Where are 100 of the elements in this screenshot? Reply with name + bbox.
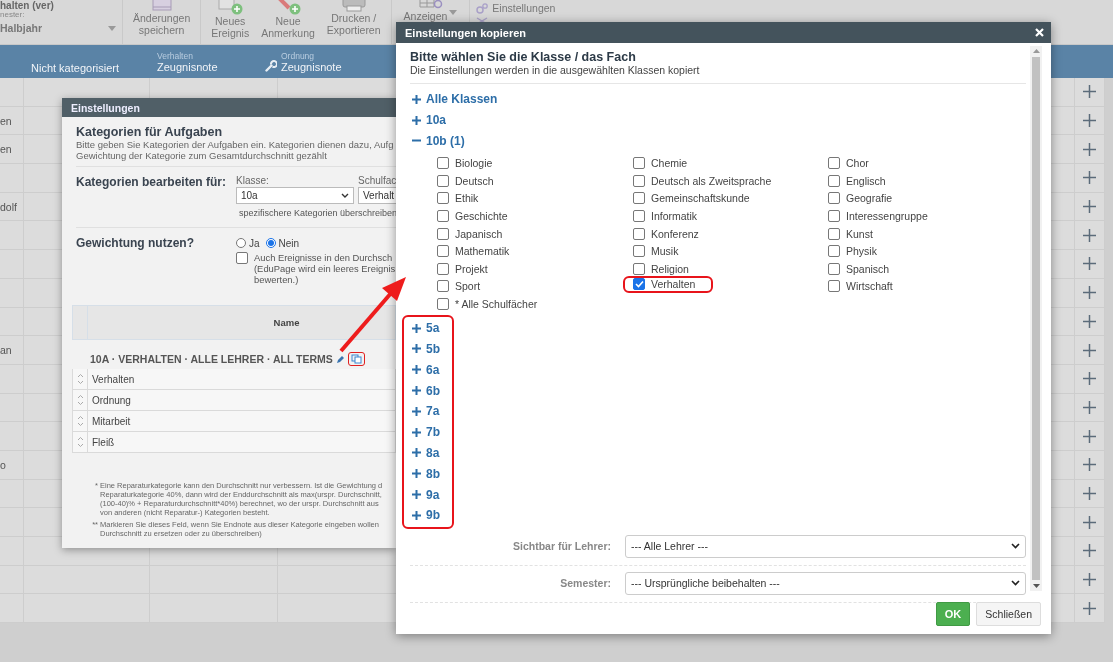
tree-item[interactable]: 6a (410, 359, 446, 381)
checkbox[interactable] (633, 192, 645, 205)
add-icon[interactable] (1083, 458, 1096, 472)
add-icon[interactable] (1083, 400, 1096, 414)
tree-item[interactable]: 5a (410, 317, 446, 339)
checkbox[interactable] (828, 157, 840, 170)
checkbox[interactable] (828, 174, 840, 187)
checkbox-label[interactable]: Gemeinschaftskunde (651, 192, 750, 205)
checkbox[interactable] (828, 262, 840, 275)
tree-item[interactable]: 8b (410, 463, 446, 485)
checkbox-label[interactable]: Informatik (651, 209, 698, 222)
close-button[interactable]: Schließen (976, 602, 1041, 626)
checkbox[interactable] (828, 227, 840, 240)
checkbox[interactable] (633, 227, 645, 240)
add-icon[interactable] (1083, 314, 1096, 328)
checkbox-label[interactable]: Verhalten (651, 278, 696, 291)
checkbox[interactable] (437, 297, 449, 310)
checkbox-label[interactable]: Biologie (455, 157, 493, 170)
add-icon[interactable] (1083, 601, 1096, 615)
tree-item[interactable]: 10a (410, 109, 453, 131)
checkbox-label[interactable]: Kunst (846, 227, 873, 240)
radio-option[interactable]: Nein (265, 237, 300, 249)
checkbox-label[interactable]: Konferenz (651, 227, 699, 240)
add-icon[interactable] (1083, 200, 1096, 214)
checkbox-label[interactable]: Ethik (455, 192, 479, 205)
checkbox-label[interactable]: Deutsch (455, 174, 494, 187)
checkbox-label[interactable]: Chor (846, 157, 869, 170)
checkbox-label[interactable]: Spanisch (846, 262, 890, 275)
checkbox-label[interactable]: Musik (651, 245, 679, 258)
checkbox-label[interactable]: Geschichte (455, 209, 508, 222)
checkbox[interactable] (828, 209, 840, 222)
tree-item[interactable]: 6b (410, 380, 446, 401)
add-icon[interactable] (1083, 142, 1096, 156)
checkbox[interactable] (437, 157, 449, 170)
add-icon[interactable] (1083, 114, 1096, 128)
add-icon[interactable] (1083, 544, 1096, 558)
scrollbar[interactable] (1030, 46, 1042, 591)
add-icon[interactable] (1083, 286, 1096, 300)
semester-select[interactable]: --- Ursprüngliche beibehalten --- (625, 571, 1026, 595)
checkbox[interactable] (633, 278, 645, 291)
add-icon[interactable] (1083, 429, 1096, 443)
checkbox-label[interactable]: * Alle Schulfächer (455, 297, 538, 310)
tree-item[interactable]: 9b (410, 504, 446, 526)
column-header[interactable]: Zeugnisnote (157, 60, 261, 73)
sort-handle-icon[interactable] (76, 415, 84, 427)
sort-handle-icon[interactable] (76, 436, 84, 448)
class-selector[interactable]: halten (ver) (0, 0, 54, 11)
checkbox-label[interactable]: Englisch (846, 174, 886, 187)
add-icon[interactable] (1083, 573, 1096, 587)
checkbox[interactable] (633, 245, 645, 258)
checkbox-label[interactable]: Japanisch (455, 227, 503, 240)
checkbox-label[interactable]: Interessengruppe (846, 209, 928, 222)
add-icon[interactable] (1083, 228, 1096, 242)
checkbox[interactable] (437, 280, 449, 293)
scroll-down-icon[interactable] (1032, 584, 1040, 588)
checkbox-label[interactable]: Religion (651, 262, 689, 275)
checkbox-label[interactable]: Sport (455, 280, 481, 293)
checkbox[interactable] (633, 174, 645, 187)
checkbox-label[interactable]: Mathematik (455, 245, 510, 258)
tree-item[interactable]: 5b (410, 338, 446, 360)
checkbox[interactable] (828, 280, 840, 293)
checkbox[interactable] (633, 209, 645, 222)
sort-handle-icon[interactable] (76, 394, 84, 406)
tree-item[interactable]: 10b (1) (410, 130, 471, 152)
close-icon[interactable] (1035, 28, 1044, 37)
add-icon[interactable] (1083, 486, 1096, 500)
checkbox[interactable] (437, 262, 449, 275)
sort-handle-icon[interactable] (76, 373, 84, 385)
checkbox-label[interactable]: Physik (846, 245, 877, 258)
checkbox-label[interactable]: Projekt (455, 262, 488, 275)
tree-item[interactable]: 9a (410, 484, 446, 505)
checkbox[interactable] (437, 245, 449, 258)
tree-item[interactable]: Alle Klassen (410, 89, 504, 110)
checkbox[interactable] (633, 262, 645, 275)
add-icon[interactable] (1083, 257, 1096, 271)
class-select[interactable]: 10a (236, 187, 354, 204)
checkbox[interactable] (828, 245, 840, 258)
checkbox-label[interactable]: Deutsch als Zweitsprache (651, 174, 772, 187)
checkbox-label[interactable]: Chemie (651, 157, 688, 170)
add-icon[interactable] (1083, 515, 1096, 529)
radio-option[interactable]: Ja (236, 237, 260, 249)
checkbox[interactable] (828, 192, 840, 205)
checkbox[interactable] (437, 174, 449, 187)
column-header[interactable]: Nicht kategorisiert (0, 49, 157, 74)
wrench-icon[interactable] (265, 59, 277, 72)
tree-item[interactable]: 8a (410, 442, 446, 464)
checkbox[interactable] (437, 192, 449, 205)
column-header[interactable]: Zeugnisnote (281, 60, 385, 73)
scroll-up-icon[interactable] (1032, 49, 1040, 53)
add-icon[interactable] (1083, 171, 1096, 185)
checkbox[interactable] (437, 209, 449, 222)
checkbox[interactable] (437, 227, 449, 240)
checkbox-label[interactable]: Geografie (846, 192, 893, 205)
checkbox[interactable] (236, 252, 248, 264)
add-icon[interactable] (1083, 372, 1096, 386)
tree-item[interactable]: 7a (410, 400, 446, 422)
checkbox[interactable] (633, 157, 645, 170)
checkbox-label[interactable]: Wirtschaft (846, 280, 893, 293)
teacher-select[interactable]: --- Alle Lehrer --- (625, 534, 1026, 558)
add-icon[interactable] (1083, 85, 1096, 99)
